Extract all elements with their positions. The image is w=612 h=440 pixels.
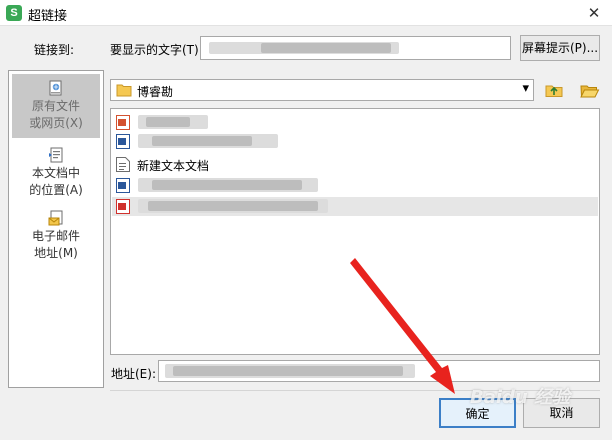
ok-button[interactable]: 确定 xyxy=(439,398,516,428)
pdf-file-icon xyxy=(116,199,130,214)
current-folder-name: 博睿勘 xyxy=(137,85,174,99)
word-file-icon xyxy=(116,134,130,149)
chevron-down-icon[interactable]: ▾ xyxy=(522,81,529,96)
nav-existing-file-label-2: 或网页(X) xyxy=(29,116,83,130)
word-file-icon xyxy=(116,178,130,193)
up-folder-button[interactable] xyxy=(542,79,566,101)
redacted-blur xyxy=(148,201,318,211)
file-name: 新建文本文档 xyxy=(137,159,210,173)
link-type-panel: 原有文件 或网页(X) 本文档中 的位置(A) 电子邮件 地址(M) xyxy=(8,70,104,388)
redacted-blur xyxy=(146,117,190,127)
nav-email-address-label-1: 电子邮件 xyxy=(31,229,80,243)
document-position-icon xyxy=(49,147,63,163)
display-text-label: 要显示的文字(T) xyxy=(110,43,199,57)
redacted-blur xyxy=(152,180,302,190)
up-folder-icon xyxy=(545,85,563,97)
list-item[interactable] xyxy=(112,176,598,195)
browse-file-button[interactable] xyxy=(578,79,602,101)
nav-existing-file-label-1: 原有文件 xyxy=(31,99,80,113)
redacted-blur xyxy=(152,136,252,146)
existing-file-icon xyxy=(49,80,62,96)
address-label: 地址(E): xyxy=(111,367,156,381)
nav-document-position-label-2: 的位置(A) xyxy=(29,183,83,197)
open-folder-icon xyxy=(580,85,600,98)
display-text-input[interactable] xyxy=(200,36,511,60)
list-item[interactable] xyxy=(112,113,598,132)
nav-email-address[interactable]: 电子邮件 地址(M) xyxy=(12,204,100,266)
title-bar: S 超链接 ✕ xyxy=(0,0,612,26)
wps-app-icon: S xyxy=(6,5,22,21)
cancel-button[interactable]: 取消 xyxy=(523,398,600,428)
redacted-blur xyxy=(261,43,391,53)
screentip-button[interactable]: 屏幕提示(P)... xyxy=(520,35,600,61)
dialog-title: 超链接 xyxy=(28,9,68,24)
redacted-blur xyxy=(173,366,403,376)
address-input[interactable] xyxy=(158,360,600,382)
email-address-icon xyxy=(48,210,63,226)
list-item[interactable] xyxy=(112,132,598,151)
link-to-label: 链接到: xyxy=(34,43,75,57)
nav-existing-file[interactable]: 原有文件 或网页(X) xyxy=(12,74,100,138)
folder-combo[interactable]: 博睿勘 ▾ xyxy=(110,79,534,101)
ppt-file-icon xyxy=(116,115,130,130)
list-item-selected[interactable] xyxy=(112,197,598,216)
nav-document-position[interactable]: 本文档中 的位置(A) xyxy=(12,141,100,203)
close-icon[interactable]: ✕ xyxy=(582,2,606,24)
nav-document-position-label-1: 本文档中 xyxy=(31,166,80,180)
divider xyxy=(110,390,600,391)
text-file-icon xyxy=(116,157,130,172)
nav-email-address-label-2: 地址(M) xyxy=(34,246,78,260)
file-list[interactable]: 新建文本文档 xyxy=(110,108,600,355)
folder-icon xyxy=(116,84,132,97)
list-item[interactable]: 新建文本文档 xyxy=(112,155,598,174)
